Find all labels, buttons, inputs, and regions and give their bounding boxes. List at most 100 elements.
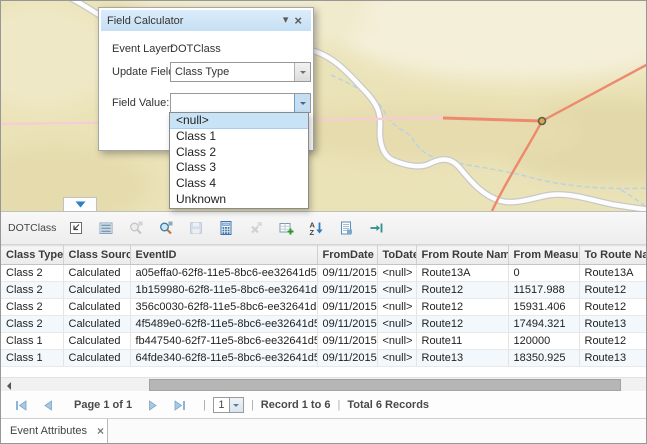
select-records-icon[interactable] [67,220,84,237]
dropdown-option[interactable]: Class 4 [170,176,308,192]
table-cell[interactable]: Calculated [63,299,130,316]
table-row[interactable]: Class 2Calculated1b159980-62f8-11e5-8bc6… [1,282,647,299]
next-page-button[interactable] [142,398,164,413]
table-cell[interactable]: Route12 [416,299,508,316]
table-cell[interactable]: <null> [377,265,416,282]
table-cell[interactable]: 09/11/2015 [317,265,377,282]
dropdown-option[interactable]: Class 3 [170,160,308,176]
table-row[interactable]: Class 1Calculatedfb447540-62f7-11e5-8bc6… [1,333,647,350]
table-cell[interactable]: Route11 [416,333,508,350]
dropdown-option[interactable]: Class 1 [170,129,308,145]
scroll-left-icon[interactable] [7,382,11,390]
dropdown-option[interactable]: Class 2 [170,145,308,161]
add-records-icon[interactable] [277,220,294,237]
table-cell[interactable]: a05effa0-62f8-11e5-8bc6-ee32641d5ec9 [130,265,317,282]
table-cell[interactable]: Calculated [63,333,130,350]
field-value-select-button[interactable] [294,94,310,112]
table-cell[interactable]: 0 [508,265,579,282]
page-number-select[interactable]: 1 [213,397,244,413]
show-selected-records-icon[interactable] [97,220,114,237]
table-cell[interactable]: 356c0030-62f8-11e5-8bc6-ee32641d5ec9 [130,299,317,316]
report-icon[interactable] [337,220,354,237]
column-header[interactable]: FromDate [317,246,377,265]
table-cell[interactable]: 09/11/2015 [317,299,377,316]
update-field-select[interactable]: Class Type [170,62,311,82]
tab-event-attributes[interactable]: Event Attributes × [1,419,108,443]
table-row[interactable]: Class 2Calculateda05effa0-62f8-11e5-8bc6… [1,265,647,282]
dialog-caret-down-icon[interactable]: ▾ [280,15,292,26]
dialog-titlebar[interactable]: Field Calculator ▾ × [101,10,311,31]
table-cell[interactable]: 09/11/2015 [317,333,377,350]
field-calculator-icon[interactable] [217,220,234,237]
dialog-close-icon[interactable]: × [291,15,305,26]
column-header[interactable]: To Route Name [579,246,647,265]
zoom-to-selected-icon-disabled[interactable] [127,220,144,237]
table-cell[interactable]: 09/11/2015 [317,350,377,367]
table-cell[interactable]: <null> [377,316,416,333]
table-cell[interactable]: Route12 [579,333,647,350]
table-cell[interactable]: Class 2 [1,282,63,299]
table-cell[interactable]: <null> [377,350,416,367]
dropdown-option[interactable]: Unknown [170,192,308,208]
table-cell[interactable]: Route13 [579,350,647,367]
footer-tab-bar: Event Attributes × [1,418,647,444]
update-field-select-button[interactable] [294,63,310,81]
table-row[interactable]: Class 2Calculated356c0030-62f8-11e5-8bc6… [1,299,647,316]
route-junction-marker[interactable] [539,118,546,125]
table-cell[interactable]: <null> [377,282,416,299]
column-header[interactable]: From Measure [508,246,579,265]
sort-icon[interactable]: AZ [307,220,324,237]
column-header[interactable]: EventID [130,246,317,265]
table-cell[interactable]: Route12 [416,282,508,299]
table-cell[interactable]: Class 2 [1,299,63,316]
table-cell[interactable]: 1b159980-62f8-11e5-8bc6-ee32641d5ec9 [130,282,317,299]
zoom-to-selected-icon[interactable] [157,220,174,237]
table-cell[interactable]: Class 1 [1,333,63,350]
table-cell[interactable]: <null> [377,299,416,316]
table-cell[interactable]: 18350.925 [508,350,579,367]
table-horizontal-scrollbar[interactable] [1,377,647,391]
clear-selection-icon-disabled[interactable] [247,220,264,237]
dropdown-option[interactable]: <null> [170,113,308,129]
table-cell[interactable]: Route13 [579,316,647,333]
table-cell[interactable]: Class 2 [1,316,63,333]
table-cell[interactable]: Calculated [63,350,130,367]
table-cell[interactable]: 4f5489e0-62f8-11e5-8bc6-ee32641d5ec9 [130,316,317,333]
page-number-select-button[interactable] [230,397,244,413]
table-cell[interactable]: Route13A [416,265,508,282]
table-cell[interactable]: 09/11/2015 [317,282,377,299]
table-cell[interactable]: Class 2 [1,265,63,282]
table-cell[interactable]: 120000 [508,333,579,350]
column-header[interactable]: Class Source [63,246,130,265]
table-cell[interactable]: Route12 [579,299,647,316]
table-cell[interactable]: 09/11/2015 [317,316,377,333]
table-cell[interactable]: fb447540-62f7-11e5-8bc6-ee32641d5ec9 [130,333,317,350]
column-header[interactable]: ToDate [377,246,416,265]
scrollbar-thumb[interactable] [149,379,621,391]
table-row[interactable]: Class 2Calculated4f5489e0-62f8-11e5-8bc6… [1,316,647,333]
previous-page-button[interactable] [37,398,59,413]
table-cell[interactable]: Calculated [63,282,130,299]
table-cell[interactable]: 64fde340-62f8-11e5-8bc6-ee32641d5ec9 [130,350,317,367]
last-page-button[interactable] [169,398,191,413]
table-cell[interactable]: Route12 [416,316,508,333]
table-cell[interactable]: Class 1 [1,350,63,367]
column-header[interactable]: Class Type [1,246,63,265]
table-cell[interactable]: <null> [377,333,416,350]
table-row[interactable]: Class 1Calculated64fde340-62f8-11e5-8bc6… [1,350,647,367]
table-collapse-tab[interactable] [63,197,97,211]
field-value-select[interactable] [170,93,311,113]
move-to-end-icon[interactable] [367,220,384,237]
first-page-button[interactable] [10,398,32,413]
tab-close-icon[interactable]: × [97,424,104,438]
table-cell[interactable]: Route13A [579,265,647,282]
table-cell[interactable]: 15931.406 [508,299,579,316]
table-cell[interactable]: Calculated [63,316,130,333]
column-header[interactable]: From Route Name [416,246,508,265]
table-cell[interactable]: 17494.321 [508,316,579,333]
table-cell[interactable]: Calculated [63,265,130,282]
table-cell[interactable]: Route13 [416,350,508,367]
save-icon-disabled[interactable] [187,220,204,237]
table-cell[interactable]: Route12 [579,282,647,299]
table-cell[interactable]: 11517.988 [508,282,579,299]
